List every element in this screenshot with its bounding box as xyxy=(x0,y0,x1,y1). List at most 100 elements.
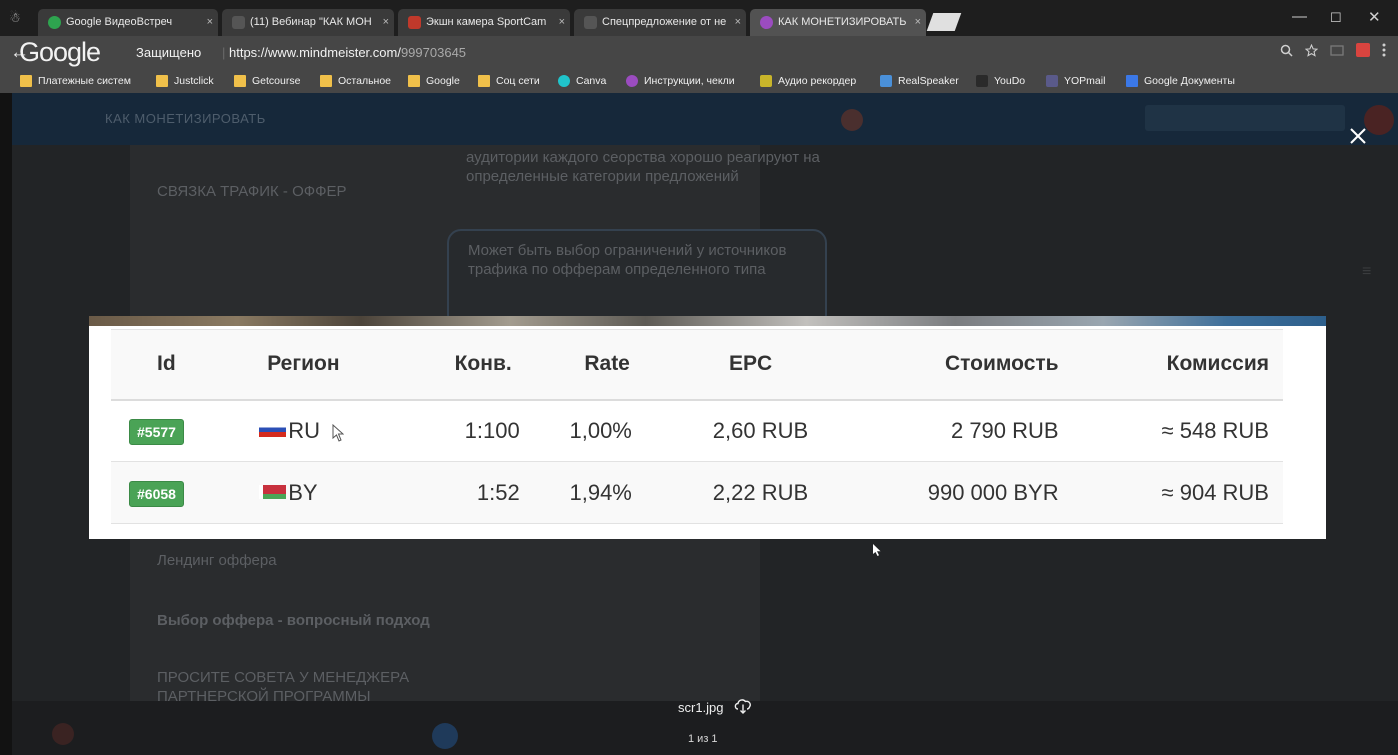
offers-table: Id Регион Конв. Rate EPC Стоимость Комис… xyxy=(111,329,1283,524)
folder-icon xyxy=(408,75,420,87)
bookmark-canva[interactable]: Canva xyxy=(556,73,606,89)
folder-icon xyxy=(156,75,168,87)
header-rate: Rate xyxy=(529,329,642,401)
bookmark-other[interactable]: Остальное xyxy=(318,73,391,89)
offer-id-badge: #6058 xyxy=(129,480,184,507)
bookmark-realspeaker[interactable]: RealSpeaker xyxy=(878,73,959,89)
tab-special-offer[interactable]: Спецпредложение от не × xyxy=(574,9,746,36)
bookmark-instructions[interactable]: Инструкции, чекли xyxy=(624,73,735,89)
tab-monetize[interactable]: КАК МОНЕТИЗИРОВАТЬ × xyxy=(750,9,926,36)
bookmark-audio-recorder[interactable]: Аудио рекордер xyxy=(758,73,856,89)
header-epc: EPC xyxy=(641,329,833,401)
close-tab-icon[interactable]: × xyxy=(735,9,741,36)
cell-commission: ≈ 548 RUB xyxy=(1078,399,1283,462)
new-tab-button[interactable] xyxy=(926,13,962,31)
address-bar-icons xyxy=(1280,43,1386,57)
bookmark-label: YouDo xyxy=(994,75,1026,87)
bookmark-google[interactable]: Google xyxy=(406,73,460,89)
map-node-choice: Выбор оффера - вопросный подход xyxy=(157,612,430,629)
cell-commission: ≈ 904 RUB xyxy=(1078,461,1283,524)
bookmark-google-docs[interactable]: Google Документы xyxy=(1124,73,1235,89)
close-tab-icon[interactable]: × xyxy=(915,9,921,36)
bookmark-label: Google xyxy=(426,75,460,87)
screen: ☃ Google ВидеоВстреч × (11) Вебинар "КАК… xyxy=(0,0,1398,755)
cell-conv: 1:52 xyxy=(387,461,530,524)
close-window-button[interactable]: ✕ xyxy=(1368,8,1381,26)
app-action-button xyxy=(1145,105,1345,131)
address-bar: ← Google Защищено | https://www.mindmeis… xyxy=(0,36,1398,68)
bookmark-label: YOPmail xyxy=(1064,75,1106,87)
youdo-icon xyxy=(976,75,988,87)
bookmark-yopmail[interactable]: YOPmail xyxy=(1044,73,1105,89)
folder-icon xyxy=(20,75,32,87)
bookmark-justclick[interactable]: Justclick xyxy=(154,73,214,89)
maximize-button[interactable]: ☐ xyxy=(1330,10,1342,26)
help-icon xyxy=(432,723,458,749)
google-meet-icon xyxy=(48,16,61,29)
cell-cost: 990 000 BYR xyxy=(832,461,1079,524)
bookmark-label: Инструкции, чекли xyxy=(644,75,735,87)
page-icon xyxy=(584,16,597,29)
secure-indicator[interactable]: Защищено xyxy=(136,45,201,60)
bookmark-label: RealSpeaker xyxy=(898,75,959,87)
viewer-filename: scr1.jpg xyxy=(678,700,724,715)
bookmark-social[interactable]: Соц сети xyxy=(476,73,540,89)
url-field[interactable]: | https://www.mindmeister.com/999703645 xyxy=(222,45,466,60)
photo-strip xyxy=(89,316,1326,326)
cell-region: BY xyxy=(237,461,388,524)
map-node-branch: СВЯЗКА ТРАФИК - ОФФЕР xyxy=(157,183,347,200)
bookmark-label: Justclick xyxy=(174,75,214,87)
url-path: 999703645 xyxy=(400,45,467,60)
tab-sportcam[interactable]: Экшн камера SportCam × xyxy=(398,9,570,36)
extension-icon[interactable] xyxy=(1356,43,1370,57)
menu-icon[interactable] xyxy=(1382,43,1386,57)
bookmark-youdo[interactable]: YouDo xyxy=(974,73,1025,89)
folder-icon xyxy=(234,75,246,87)
cast-icon[interactable] xyxy=(1330,44,1344,56)
bookmarks-bar: Платежные систем Justclick Getcourse Ост… xyxy=(0,68,1398,93)
recorder-icon xyxy=(760,75,772,87)
header-commission: Комиссия xyxy=(1078,329,1283,401)
header-cost: Стоимость xyxy=(832,329,1079,401)
tab-webinar[interactable]: (11) Вебинар "КАК МОН × xyxy=(222,9,394,36)
viewer-counter: 1 из 1 xyxy=(688,733,718,745)
folder-icon xyxy=(320,75,332,87)
incognito-icon: ☃ xyxy=(9,10,21,25)
instructions-icon xyxy=(626,75,638,87)
record-icon xyxy=(52,723,74,745)
hamburger-icon: ≡ xyxy=(1362,263,1372,280)
header-region: Регион xyxy=(237,329,388,401)
download-icon[interactable] xyxy=(733,697,753,715)
bookmark-label: Getcourse xyxy=(252,75,301,87)
map-node-audience: аудитории каждого сеорства хорошо реагир… xyxy=(466,149,820,185)
realspeaker-icon xyxy=(880,75,892,87)
cell-rate: 1,00% xyxy=(529,399,642,462)
belarus-flag-icon xyxy=(259,484,287,499)
tab-google-meet[interactable]: Google ВидеоВстреч × xyxy=(38,9,218,36)
mindmeister-icon xyxy=(760,16,773,29)
bookmark-label: Google Документы xyxy=(1144,75,1235,87)
google-logo-text: Google xyxy=(19,37,101,67)
viewer-close-button[interactable] xyxy=(1346,124,1370,148)
mouse-cursor-icon xyxy=(873,544,881,556)
offer-id-badge: #5577 xyxy=(129,418,184,445)
bookmark-payment-systems[interactable]: Платежные систем xyxy=(18,73,131,89)
url-host: https://www.mindmeister.com/ xyxy=(229,45,401,60)
bookmark-star-icon[interactable] xyxy=(1305,43,1318,57)
bookmark-getcourse[interactable]: Getcourse xyxy=(232,73,300,89)
close-tab-icon[interactable]: × xyxy=(383,9,389,36)
bookmark-label: Canva xyxy=(576,75,607,87)
close-tab-icon[interactable]: × xyxy=(207,9,213,36)
cell-id: #5577 xyxy=(111,399,238,462)
close-tab-icon[interactable]: × xyxy=(559,9,565,36)
zoom-icon[interactable] xyxy=(1280,44,1293,57)
tab-strip: ☃ Google ВидеоВстреч × (11) Вебинар "КАК… xyxy=(0,0,1398,36)
region-code: RU xyxy=(288,417,320,443)
table-row: #6058 BY 1:52 1,94% 2,22 RUB 990 000 BYR… xyxy=(111,461,1283,524)
table-row: #5577 RU 1:100 1,00% 2,60 RUB 2 790 RUB … xyxy=(111,399,1283,462)
cell-epc: 2,22 RUB xyxy=(641,461,833,524)
cell-conv: 1:100 xyxy=(387,399,530,462)
minimize-button[interactable]: — xyxy=(1292,8,1307,25)
region-code: BY xyxy=(288,479,318,505)
left-rail xyxy=(0,93,12,755)
